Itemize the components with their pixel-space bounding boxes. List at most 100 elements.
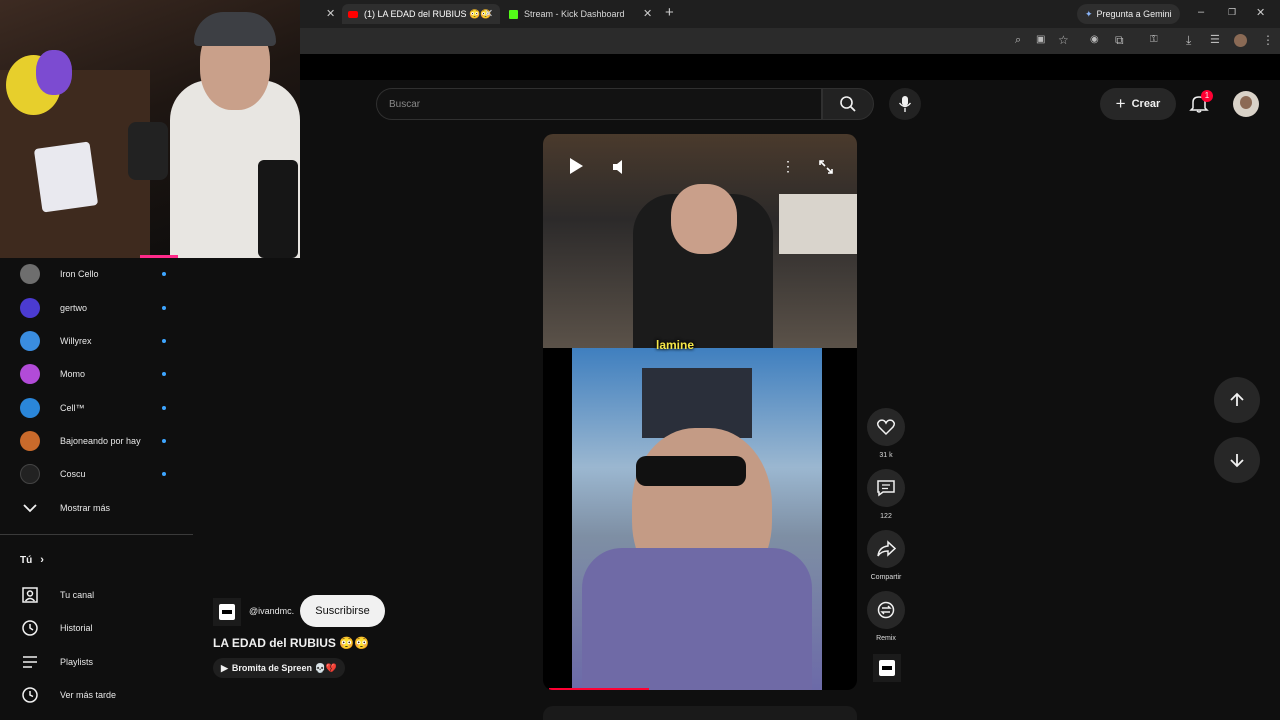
tab-kick-label: Stream - Kick Dashboard (524, 9, 625, 19)
like-button[interactable] (867, 408, 905, 446)
media-queue-icon[interactable]: ☰ (1210, 33, 1220, 46)
thermos (258, 160, 298, 258)
shorts-video-player[interactable]: lamine ⋮ (543, 134, 857, 690)
create-button[interactable]: + Crear (1100, 88, 1176, 120)
next-short-button[interactable] (1214, 437, 1260, 483)
more-options-icon[interactable]: ⋮ (781, 158, 795, 175)
previous-short-button[interactable] (1214, 377, 1260, 423)
avatar (20, 264, 40, 284)
video-title: LA EDAD del RUBIUS 😳😳 (213, 636, 370, 650)
close-window-icon[interactable]: ✕ (1256, 6, 1265, 19)
you-section-header[interactable]: Tú › (20, 554, 44, 566)
play-button[interactable] (567, 156, 585, 181)
new-content-dot (162, 339, 166, 343)
microphone-icon (898, 96, 912, 112)
sound-thumbnail[interactable] (873, 654, 901, 682)
comment-icon (877, 480, 895, 497)
remix-label: Remix (876, 635, 896, 642)
create-label: Crear (1131, 98, 1161, 110)
extension-icon[interactable]: ◉ (1090, 34, 1099, 45)
account-avatar[interactable] (1233, 91, 1259, 117)
zoom-icon[interactable]: ⌕ (1015, 34, 1021, 47)
sidebar-item-playlists[interactable]: Playlists (20, 650, 180, 674)
sidebar-item-ver-mas-tarde[interactable]: Ver más tarde (20, 683, 180, 707)
video-progress-bar[interactable] (549, 688, 649, 690)
puzzle-extensions-icon[interactable]: ⧉ (1115, 33, 1124, 48)
channel-icon (22, 587, 38, 603)
bookmark-star-icon[interactable]: ☆ (1058, 33, 1069, 47)
new-content-dot (162, 406, 166, 410)
video-caption: lamine (655, 338, 694, 352)
sidebar-sub-momo[interactable]: Momo (20, 362, 170, 386)
sidebar-sub-cell[interactable]: Cell™ (20, 396, 170, 420)
install-app-icon[interactable]: ▣ (1036, 34, 1045, 45)
avatar (20, 364, 40, 384)
tab-kick[interactable]: Stream - Kick Dashboard (503, 4, 653, 24)
sidebar-sub-coscu[interactable]: Coscu (20, 462, 170, 486)
fullscreen-button[interactable] (817, 158, 835, 181)
sidebar-item-tu-canal[interactable]: Tu canal (20, 583, 180, 607)
voice-search-button[interactable] (889, 88, 921, 120)
person-top-face (671, 184, 737, 254)
mate-cup (128, 122, 168, 180)
new-tab-icon[interactable]: + (665, 4, 674, 21)
profile-avatar-icon[interactable] (1234, 34, 1247, 47)
new-content-dot (162, 472, 166, 476)
sidebar-item-label: Playlists (60, 657, 94, 667)
search-placeholder: Buscar (389, 98, 421, 110)
background-chairs (779, 194, 857, 254)
gemini-button[interactable]: ✦ Pregunta a Gemini (1077, 4, 1180, 24)
tab-youtube[interactable]: (1) LA EDAD del RUBIUS 😳😳 (342, 4, 500, 24)
sidebar-sub-iron-cello[interactable]: Iron Cello (20, 262, 170, 286)
search-input[interactable]: Buscar (376, 88, 822, 120)
volume-icon (613, 160, 622, 174)
sidebar-item-label: Tu canal (60, 590, 95, 600)
channel-handle[interactable]: @ivandmc. (249, 606, 294, 616)
keyboard (33, 141, 99, 213)
sidebar-divider (0, 534, 193, 535)
sidebar-sub-label: Willyrex (60, 336, 92, 346)
share-label: Compartir (870, 574, 902, 581)
arrow-down-icon (1230, 454, 1244, 468)
suggestion-chip-label: Bromita de Spreen 💀💔 (231, 662, 337, 673)
sidebar-sub-willyrex[interactable]: Willyrex (20, 329, 170, 353)
sidebar-item-historial[interactable]: Historial (20, 616, 180, 640)
arrow-up-icon (1230, 392, 1244, 406)
comments-button[interactable] (867, 469, 905, 507)
webcam-overlay (0, 0, 300, 258)
history-icon (22, 620, 38, 636)
browser-menu-icon[interactable]: ⋮ (1262, 33, 1274, 47)
sidebar-sub-label: gertwo (60, 303, 88, 313)
expand-icon (819, 160, 833, 174)
video-frame-bottom (572, 348, 822, 690)
play-icon (570, 158, 583, 174)
close-tab-icon[interactable]: ✕ (326, 7, 335, 20)
share-icon (877, 540, 896, 557)
close-tab-youtube-icon[interactable]: ✕ (484, 7, 493, 20)
search-button[interactable] (822, 88, 874, 120)
show-more-button[interactable]: Mostrar más (20, 496, 180, 520)
remix-button[interactable] (867, 591, 905, 629)
password-key-icon[interactable]: ⚿ (1150, 34, 1158, 45)
minimize-icon[interactable]: – (1198, 6, 1204, 18)
remix-icon (877, 601, 895, 619)
avatar (20, 464, 40, 484)
sidebar-sub-bajoneando[interactable]: Bajoneando por hay (20, 429, 170, 453)
notification-badge: 1 (1201, 90, 1213, 102)
sidebar-sub-label: Iron Cello (60, 269, 99, 279)
volume-button[interactable] (611, 158, 631, 181)
suggestion-chip[interactable]: ▶ Bromita de Spreen 💀💔 (213, 658, 345, 678)
gemini-label: Pregunta a Gemini (1096, 9, 1172, 19)
watch-later-icon (22, 687, 38, 703)
sunglasses (636, 456, 746, 486)
download-icon[interactable]: ⤓ (1186, 33, 1191, 48)
restore-icon[interactable]: ❐ (1228, 7, 1236, 18)
close-tab-kick-icon[interactable]: ✕ (643, 7, 652, 20)
play-small-icon: ▶ (221, 662, 228, 673)
channel-avatar[interactable] (213, 598, 241, 626)
share-button[interactable] (867, 530, 905, 568)
sidebar-sub-gertwo[interactable]: gertwo (20, 296, 170, 320)
you-section-title: Tú (20, 554, 33, 566)
subscribe-button[interactable]: Suscribirse (300, 595, 385, 627)
notifications-button[interactable]: 1 (1188, 90, 1213, 116)
